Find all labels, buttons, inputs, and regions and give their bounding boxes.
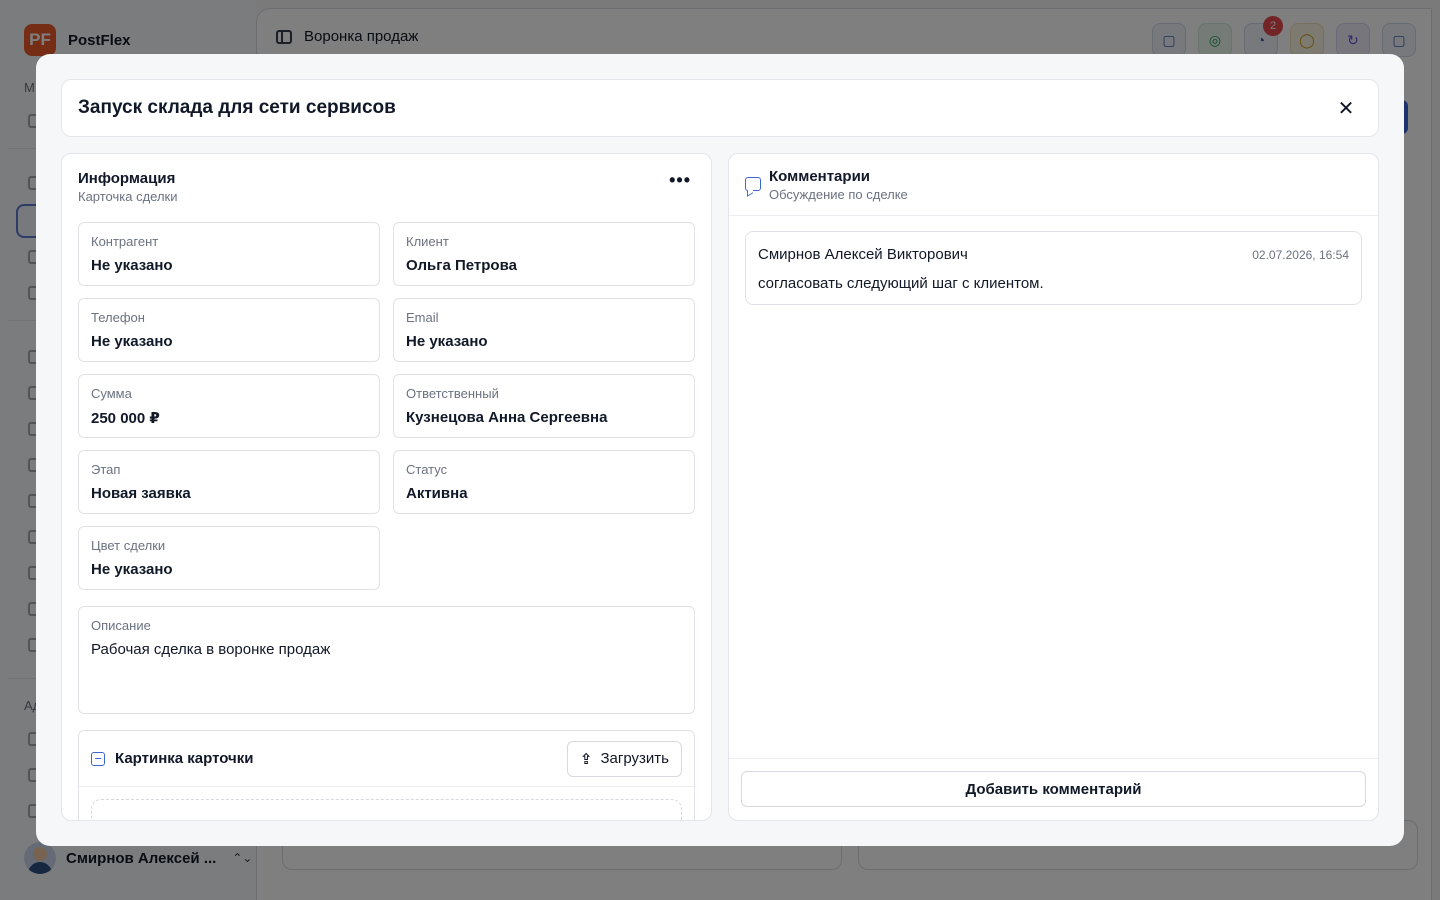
more-dots-icon: ••• <box>669 170 691 190</box>
modal-header: Запуск склада для сети сервисов ✕ <box>61 79 1379 137</box>
close-button[interactable]: ✕ <box>1330 92 1362 124</box>
field-amount[interactable]: Сумма 250 000 ₽ <box>78 374 380 438</box>
info-title: Информация <box>78 170 176 187</box>
more-options-button[interactable]: ••• <box>669 171 691 189</box>
field-status[interactable]: Статус Активна <box>393 450 695 514</box>
field-email[interactable]: Email Не указано <box>393 298 695 362</box>
field-label: Цвет сделки <box>91 538 166 553</box>
description-label: Описание <box>91 618 151 633</box>
field-label: Ответственный <box>406 386 499 401</box>
card-image-section: Картинка карточки ⇪ Загрузить <box>78 730 695 820</box>
info-panel-header: Информация Карточка сделки <box>78 170 178 204</box>
field-value: Новая заявка <box>91 485 191 502</box>
field-value: Кузнецова Анна Сергеевна <box>406 409 608 426</box>
field-value: Активна <box>406 485 468 502</box>
info-subtitle: Карточка сделки <box>78 189 178 204</box>
field-phone[interactable]: Телефон Не указано <box>78 298 380 362</box>
deal-modal: Запуск склада для сети сервисов ✕ Информ… <box>36 54 1404 846</box>
comment-author: Смирнов Алексей Викторович <box>758 246 968 263</box>
message-icon <box>745 177 761 191</box>
field-value: Ольга Петрова <box>406 257 517 274</box>
card-image-header: Картинка карточки ⇪ Загрузить <box>79 731 694 787</box>
comments-footer: Добавить комментарий <box>729 758 1378 820</box>
info-panel: Информация Карточка сделки ••• Контраген… <box>61 153 712 821</box>
close-icon: ✕ <box>1337 97 1355 120</box>
field-value: Не указано <box>91 333 173 350</box>
field-deal-color[interactable]: Цвет сделки Не указано <box>78 526 380 590</box>
description-value: Рабочая сделка в воронке продаж <box>91 641 331 658</box>
field-value: Не указано <box>91 257 173 274</box>
comment-date: 02.07.2026, 16:54 <box>1252 248 1349 262</box>
comment-text: согласовать следующий шаг с клиентом. <box>758 275 1044 292</box>
description-field[interactable]: Описание Рабочая сделка в воронке продаж <box>78 606 695 714</box>
comments-header: Комментарии Обсуждение по сделке <box>729 154 1378 216</box>
card-image-title: Картинка карточки <box>115 750 254 767</box>
field-responsible[interactable]: Ответственный Кузнецова Анна Сергеевна <box>393 374 695 438</box>
comments-panel: Комментарии Обсуждение по сделке Смирнов… <box>728 153 1379 821</box>
field-label: Клиент <box>406 234 449 249</box>
field-label: Статус <box>406 462 448 477</box>
field-label: Контрагент <box>91 234 159 249</box>
comment-item: Смирнов Алексей Викторович 02.07.2026, 1… <box>745 231 1362 305</box>
field-label: Сумма <box>91 386 132 401</box>
field-value: Не указано <box>91 561 173 578</box>
field-counterparty[interactable]: Контрагент Не указано <box>78 222 380 286</box>
image-icon <box>91 751 105 766</box>
upload-button[interactable]: ⇪ Загрузить <box>566 740 682 777</box>
field-label: Телефон <box>91 310 145 325</box>
upload-icon: ⇪ <box>579 750 593 768</box>
field-value: Не указано <box>406 333 488 350</box>
field-client[interactable]: Клиент Ольга Петрова <box>393 222 695 286</box>
field-label: Этап <box>91 462 121 477</box>
upload-label: Загрузить <box>600 750 670 767</box>
field-stage[interactable]: Этап Новая заявка <box>78 450 380 514</box>
image-dropzone[interactable] <box>91 799 682 820</box>
comments-subtitle: Обсуждение по сделке <box>769 187 908 202</box>
modal-title: Запуск склада для сети сервисов <box>78 97 396 118</box>
field-label: Email <box>406 310 439 325</box>
field-value: 250 000 ₽ <box>91 410 160 427</box>
add-comment-button[interactable]: Добавить комментарий <box>741 771 1366 807</box>
comments-title: Комментарии <box>769 168 871 185</box>
